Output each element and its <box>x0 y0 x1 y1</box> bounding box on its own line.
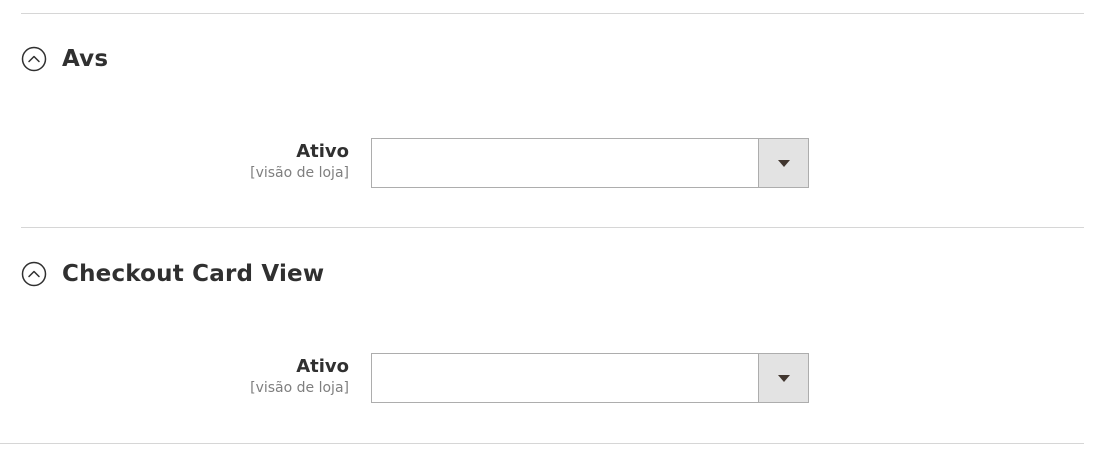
checkout-card-view-ativo-select[interactable] <box>371 353 809 403</box>
collapse-circle-icon[interactable] <box>21 261 47 287</box>
section-title-checkout-card-view: Checkout Card View <box>62 261 325 287</box>
section-header-checkout-card-view[interactable]: Checkout Card View <box>21 261 324 287</box>
label-ativo: Ativo <box>296 356 349 377</box>
avs-ativo-select[interactable] <box>371 138 809 188</box>
label-scope: [visão de loja] <box>250 165 349 181</box>
section-title-avs: Avs <box>62 46 109 72</box>
label-scope: [visão de loja] <box>250 380 349 396</box>
collapse-circle-icon[interactable] <box>21 46 47 72</box>
section-divider <box>21 227 1084 228</box>
bottom-divider <box>0 443 1084 444</box>
label-ativo: Ativo <box>296 141 349 162</box>
top-divider <box>21 13 1084 14</box>
section-header-avs[interactable]: Avs <box>21 46 108 72</box>
field-label-avs-ativo: Ativo [visão de loja] <box>19 141 349 182</box>
select-arrow-button[interactable] <box>758 139 808 187</box>
chevron-down-icon <box>778 160 790 167</box>
chevron-down-icon <box>778 375 790 382</box>
config-page: Avs Ativo [visão de loja] Checkout Card … <box>0 0 1120 459</box>
select-arrow-button[interactable] <box>758 354 808 402</box>
field-label-checkout-ativo: Ativo [visão de loja] <box>19 356 349 397</box>
